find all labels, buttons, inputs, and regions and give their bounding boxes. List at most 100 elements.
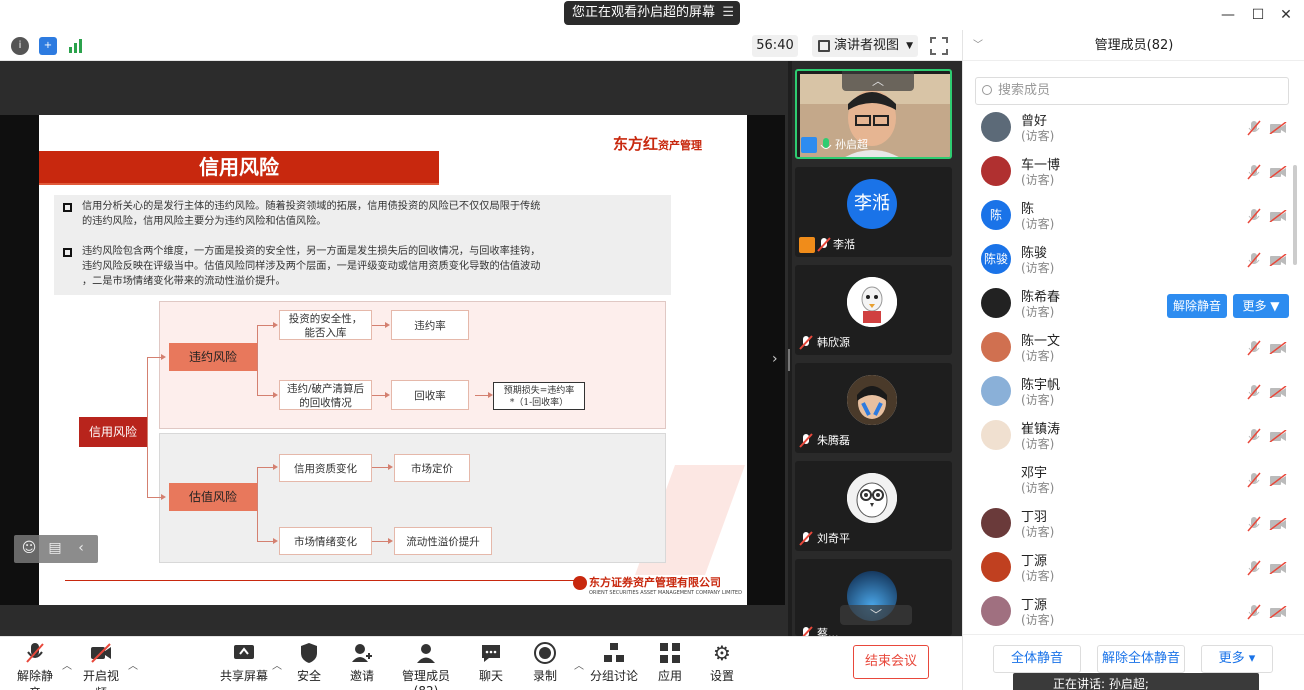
slide-title: 信用风险 xyxy=(39,151,439,183)
camera-off-icon[interactable] xyxy=(1269,561,1287,575)
shield-icon[interactable]: + xyxy=(39,37,57,55)
menu-icon[interactable]: ☰ xyxy=(722,1,734,25)
camera-off-icon[interactable] xyxy=(1269,385,1287,399)
chevron-up-icon[interactable]: ︿ xyxy=(62,657,72,672)
member-row[interactable]: 陈一文 (访客) xyxy=(963,326,1293,370)
invite-button[interactable]: 邀请 xyxy=(347,641,377,684)
participant-name: 朱腾磊 xyxy=(817,434,850,447)
mic-muted-icon[interactable] xyxy=(1247,120,1261,136)
emoji-icon[interactable]: ☺ xyxy=(20,539,38,557)
unmute-member-button[interactable]: 解除静音 xyxy=(1167,294,1227,318)
member-row[interactable]: 曾好 (访客) xyxy=(963,106,1293,150)
video-tile[interactable]: 韩欣源 xyxy=(795,265,952,355)
member-row[interactable]: 丁源 (访客) xyxy=(963,546,1293,590)
members-panel: ﹀ 管理成员(82) 搜索成员 曾好 (访客) 车一博 (访客) 陈陈 (访客) 陈骏 陈骏(… xyxy=(962,30,1304,690)
camera-off-icon[interactable] xyxy=(1269,341,1287,355)
presentation-slide: 信用风险 东方红资产管理 信用分析关心的是发行主体的违约风险。随着投资领域的拓展… xyxy=(39,115,747,605)
chevron-up-icon[interactable]: ︿ xyxy=(574,657,584,672)
more-footer-button[interactable]: 更多 ▾ xyxy=(1201,645,1273,673)
share-screen-button[interactable]: 共享屏幕 xyxy=(220,641,268,684)
grid-icon xyxy=(818,40,830,52)
camera-off-icon[interactable] xyxy=(1269,253,1287,267)
member-row[interactable]: 陈骏 陈骏 (访客) xyxy=(963,238,1293,282)
video-tile[interactable]: ︿ 孙启超 xyxy=(795,69,952,159)
avatar: 陈 xyxy=(981,200,1011,230)
mic-muted-icon[interactable] xyxy=(1247,164,1261,180)
mic-muted-icon[interactable] xyxy=(1247,384,1261,400)
chevron-up-icon[interactable]: ︿ xyxy=(272,657,282,672)
minimize-icon[interactable]: — xyxy=(1216,5,1240,25)
start-video-button[interactable]: 开启视频 xyxy=(78,641,124,690)
settings-button[interactable]: ⚙ 设置 xyxy=(708,641,736,684)
chevron-left-icon[interactable]: ‹ xyxy=(72,539,90,557)
participant-name: 李湉 xyxy=(833,238,855,251)
signal-icon[interactable] xyxy=(67,37,85,55)
member-row[interactable]: 车一博 (访客) xyxy=(963,150,1293,194)
camera-off-icon[interactable] xyxy=(1269,517,1287,531)
member-row[interactable]: 邓宇 (访客) xyxy=(963,458,1293,502)
camera-off-icon[interactable] xyxy=(1269,121,1287,135)
end-meeting-button[interactable]: 结束会议 xyxy=(853,645,929,679)
chevron-up-icon[interactable]: ︿ xyxy=(842,71,914,91)
chevron-down-icon[interactable]: ﹀ xyxy=(973,30,983,61)
mute-all-button[interactable]: 全体静音 xyxy=(993,645,1081,673)
more-member-button[interactable]: 更多 ▼ xyxy=(1233,294,1289,318)
unmute-all-button[interactable]: 解除全体静音 xyxy=(1097,645,1185,673)
member-row[interactable]: 陈宇帆 (访客) xyxy=(963,370,1293,414)
camera-off-icon[interactable] xyxy=(1269,473,1287,487)
avatar xyxy=(981,552,1011,582)
member-row[interactable]: 陈希春 (访客) 解除静音 更多 ▼ xyxy=(963,282,1293,326)
chevron-up-icon[interactable]: ︿ xyxy=(128,657,138,672)
member-row[interactable]: 崔镇涛 (访客) xyxy=(963,414,1293,458)
mic-muted-icon[interactable] xyxy=(1247,560,1261,576)
video-tile[interactable]: 李湉 李湉 xyxy=(795,167,952,257)
record-button[interactable]: 录制 xyxy=(532,641,558,684)
video-tile[interactable]: ﹀ 蔡... xyxy=(795,559,952,636)
info-icon[interactable]: i xyxy=(11,37,29,55)
speaking-text: 正在讲话: 孙启超; xyxy=(1053,677,1149,690)
screen-share-banner[interactable]: 您正在观看孙启超的屏幕 ☰ xyxy=(564,1,740,25)
comment-icon[interactable]: ▤ xyxy=(46,539,64,557)
apps-button[interactable]: 应用 xyxy=(656,641,684,684)
fullscreen-icon[interactable] xyxy=(930,37,948,55)
search-input[interactable]: 搜索成员 xyxy=(975,77,1289,105)
chat-icon xyxy=(479,641,503,665)
member-row[interactable]: 丁源 (访客) xyxy=(963,590,1293,634)
mic-muted-icon[interactable] xyxy=(1247,472,1261,488)
view-mode-select[interactable]: 演讲者视图 ▼ xyxy=(812,35,918,57)
chevron-right-icon[interactable]: › xyxy=(772,351,778,367)
manage-members-button[interactable]: 管理成员(82) xyxy=(392,641,460,690)
camera-off-icon[interactable] xyxy=(1269,165,1287,179)
chevron-down-icon[interactable]: ﹀ xyxy=(840,605,912,625)
close-icon[interactable]: ✕ xyxy=(1274,5,1298,25)
mic-muted-icon[interactable] xyxy=(1247,208,1261,224)
node-recovery-case: 违约/破产清算后的回收情况 xyxy=(279,380,372,410)
member-row[interactable]: 陈陈 (访客) xyxy=(963,194,1293,238)
node-credit-change: 信用资质变化 xyxy=(279,454,372,482)
breakout-icon xyxy=(602,641,626,665)
unmute-button[interactable]: 解除静音 xyxy=(12,641,58,690)
security-button[interactable]: 安全 xyxy=(294,641,324,684)
maximize-icon[interactable]: ☐ xyxy=(1246,5,1270,25)
mic-muted-icon[interactable] xyxy=(1247,604,1261,620)
node-liquidity: 流动性溢价提升 xyxy=(394,527,492,555)
mic-muted-icon[interactable] xyxy=(1247,428,1261,444)
avatar xyxy=(981,376,1011,406)
chat-button[interactable]: 聊天 xyxy=(478,641,504,684)
mic-muted-icon[interactable] xyxy=(1247,340,1261,356)
camera-off-icon[interactable] xyxy=(1269,605,1287,619)
camera-off-icon[interactable] xyxy=(1269,209,1287,223)
member-row[interactable]: 丁羽 (访客) xyxy=(963,502,1293,546)
scrollbar[interactable] xyxy=(1293,165,1297,265)
video-tile[interactable]: 刘奇平 xyxy=(795,461,952,551)
avatar xyxy=(981,420,1011,450)
camera-off-icon[interactable] xyxy=(1269,429,1287,443)
mic-muted-icon[interactable] xyxy=(1247,252,1261,268)
breakout-button[interactable]: 分组讨论 xyxy=(590,641,638,684)
member-role: (访客) xyxy=(1021,481,1055,495)
member-role: (访客) xyxy=(1021,129,1055,143)
participant-name: 韩欣源 xyxy=(817,336,850,349)
mic-muted-icon[interactable] xyxy=(1247,516,1261,532)
video-tile[interactable]: 朱腾磊 xyxy=(795,363,952,453)
apps-icon xyxy=(658,641,682,665)
